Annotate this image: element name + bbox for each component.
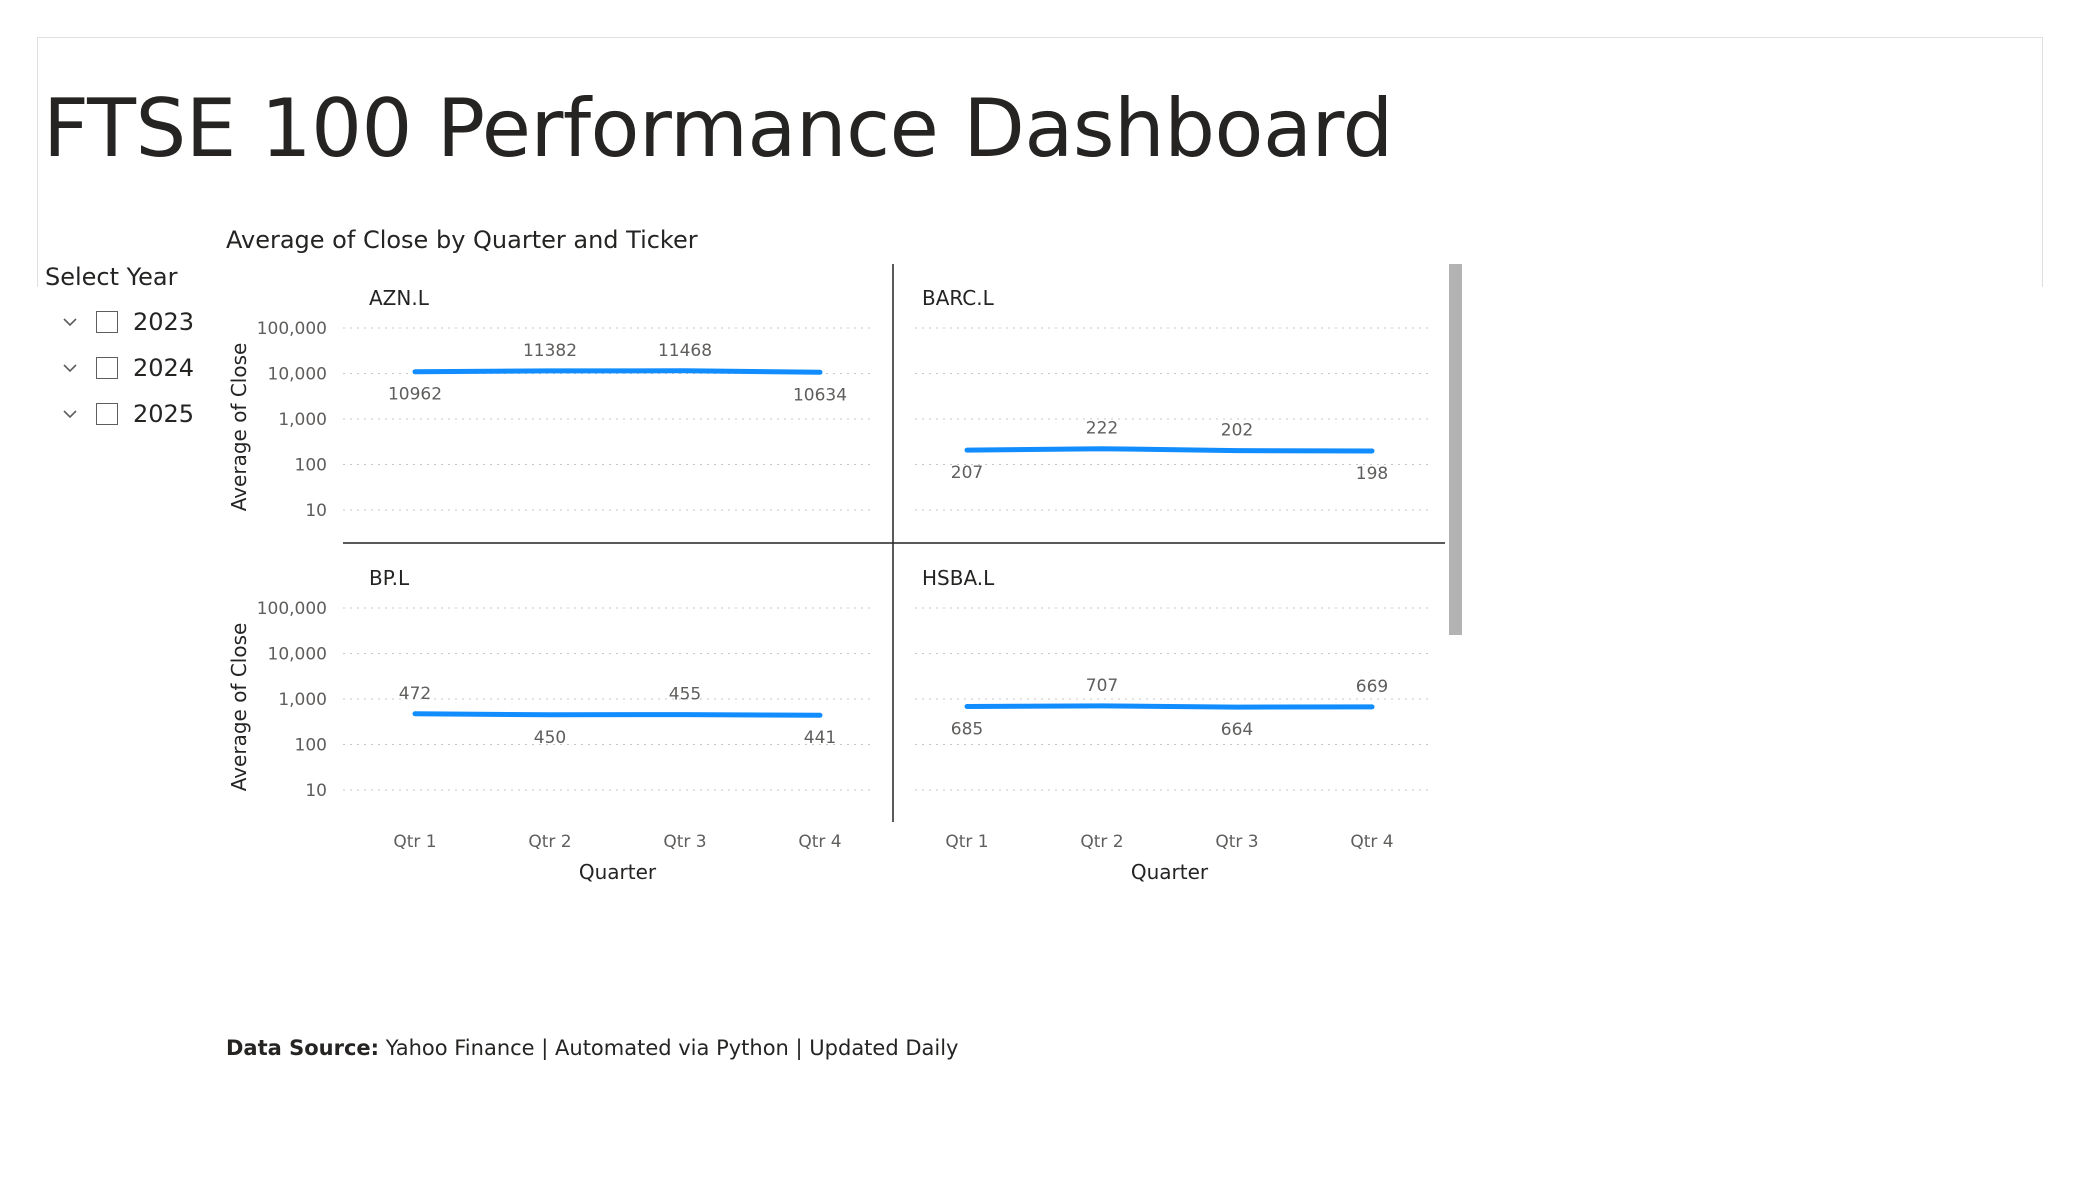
data-label: 450	[534, 728, 566, 748]
x-tick-label: Qtr 3	[1215, 832, 1258, 852]
x-tick-label: Qtr 2	[1080, 832, 1123, 852]
data-label: 222	[1086, 419, 1118, 439]
x-tick-label: Qtr 4	[1350, 832, 1393, 852]
panel-title-bp-l: BP.L	[369, 566, 410, 590]
y-tick-label: 1,000	[278, 410, 327, 430]
data-label: 455	[669, 685, 701, 705]
y-tick-label: 10,000	[268, 365, 327, 385]
panel-title-hsba-l: HSBA.L	[922, 566, 995, 590]
data-label: 202	[1221, 421, 1253, 441]
data-source-label: Data Source:	[226, 1036, 380, 1060]
y-tick-label: 1,000	[278, 690, 327, 710]
x-tick-label: Qtr 4	[798, 832, 841, 852]
data-label: 11468	[658, 341, 712, 361]
x-axis-label: Quarter	[1131, 860, 1209, 884]
data-label: 10634	[793, 385, 847, 405]
data-label: 207	[951, 463, 983, 483]
y-tick-label: 100,000	[257, 599, 327, 619]
y-tick-label: 100	[295, 736, 327, 756]
data-source-text: Yahoo Finance | Automated via Python | U…	[385, 1036, 959, 1060]
y-tick-label: 10	[305, 781, 327, 801]
series-line-azn-l	[412, 368, 823, 375]
series-line-hsba-l	[964, 703, 1375, 710]
x-tick-label: Qtr 2	[528, 832, 571, 852]
data-source-note: Data Source: Yahoo Finance | Automated v…	[226, 1036, 958, 1060]
series-line-bp-l	[412, 711, 823, 718]
data-label: 472	[399, 684, 431, 704]
y-tick-label: 10,000	[268, 645, 327, 665]
y-axis-label: Average of Close	[227, 623, 251, 792]
chart-scrollbar[interactable]	[1449, 264, 1462, 635]
data-label: 685	[951, 719, 983, 739]
x-axis-label: Quarter	[579, 860, 657, 884]
y-tick-label: 10	[305, 501, 327, 521]
x-tick-label: Qtr 1	[393, 832, 436, 852]
x-tick-label: Qtr 3	[663, 832, 706, 852]
panel-title-azn-l: AZN.L	[369, 286, 430, 310]
y-tick-label: 100	[295, 456, 327, 476]
data-label: 198	[1356, 464, 1388, 484]
small-multiples-line-chart: 100,000 10,000 1,000 100 10 AZN.L 10962 11382 11…	[227, 264, 1445, 884]
y-tick-label: 100,000	[257, 319, 327, 339]
data-label: 11382	[523, 341, 577, 361]
data-label: 669	[1356, 677, 1388, 697]
y-axis-label: Average of Close	[227, 343, 251, 512]
data-label: 441	[804, 728, 836, 748]
data-label: 707	[1086, 676, 1118, 696]
data-label: 664	[1221, 720, 1253, 740]
data-label: 10962	[388, 385, 442, 405]
x-tick-label: Qtr 1	[945, 832, 988, 852]
series-line-barc-l	[964, 446, 1375, 454]
panel-title-barc-l: BARC.L	[922, 286, 995, 310]
